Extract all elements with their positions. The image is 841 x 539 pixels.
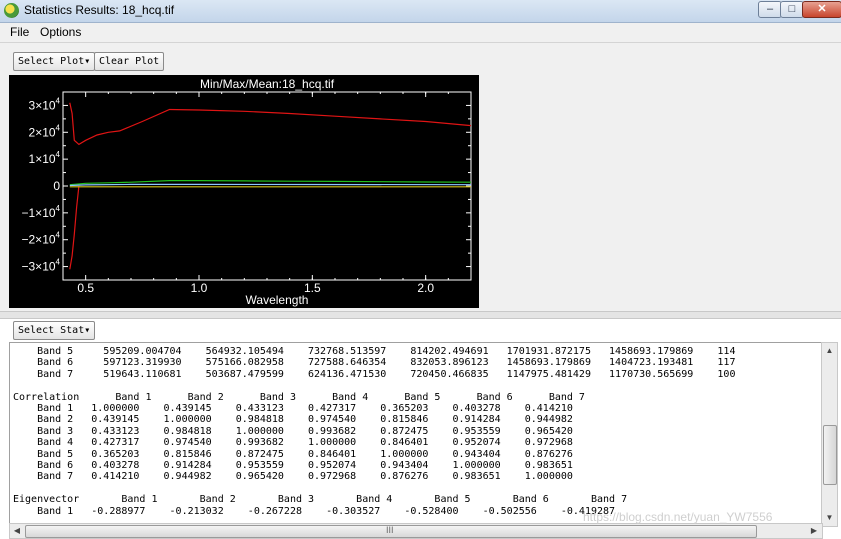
series-line xyxy=(69,185,80,270)
y-tick-label: 1×104 xyxy=(29,150,61,166)
scroll-down-icon[interactable]: ▼ xyxy=(822,510,837,525)
menu-options[interactable]: Options xyxy=(40,25,81,39)
y-tick-label: 0 xyxy=(53,179,60,193)
x-axis-label: Wavelength xyxy=(246,293,309,307)
maximize-icon: □ xyxy=(788,3,796,15)
stats-line: Band 6 0.403278 0.914284 0.953559 0.9520… xyxy=(37,460,573,472)
watermark: https://blog.csdn.net/yuan_YW7556 xyxy=(583,510,773,524)
minimize-button[interactable]: – xyxy=(758,1,782,18)
close-button[interactable]: ✕ xyxy=(802,1,841,18)
horizontal-scroll-thumb[interactable]: III xyxy=(25,525,757,538)
plot-canvas: Min/Max/Mean:18_hcq.tif0.5 1.0 1.5 2.0Wavel… xyxy=(9,75,479,308)
stats-line: Eigenvector Band 1 Band 2 Band 3 Band 4 … xyxy=(13,494,628,506)
x-tick-label: 0.5 xyxy=(77,281,94,295)
y-tick-label: 3×104 xyxy=(29,96,61,112)
stats-line: Band 2 0.439145 1.000000 0.984818 0.9745… xyxy=(37,414,573,426)
maximize-button[interactable]: □ xyxy=(780,1,804,18)
scroll-left-icon[interactable]: ◀ xyxy=(10,524,24,538)
panel-divider[interactable] xyxy=(0,311,841,319)
stats-line: Band 1 1.000000 0.439145 0.433123 0.4273… xyxy=(37,403,573,415)
chevron-down-icon: ▾ xyxy=(84,325,91,336)
stats-line: Band 4 0.427317 0.974540 0.993682 1.0000… xyxy=(37,437,573,449)
stats-text-area[interactable]: Band 5 595209.004704 564932.105494 73276… xyxy=(9,342,822,525)
chevron-down-icon: ▾ xyxy=(84,56,91,67)
scroll-up-icon[interactable]: ▲ xyxy=(822,343,837,358)
y-tick-label: 2×104 xyxy=(29,123,61,139)
stats-line: Band 3 0.433123 0.984818 1.000000 0.9936… xyxy=(37,425,573,437)
minimize-icon: – xyxy=(766,3,774,15)
stats-line: Band 7 519643.110681 503687.479599 62413… xyxy=(37,368,736,380)
horizontal-scrollbar[interactable]: ◀ III ▶ xyxy=(9,523,823,539)
vertical-scrollbar[interactable]: ▲ ▼ xyxy=(821,342,838,527)
title-bar: Statistics Results: 18_hcq.tif – □ ✕ xyxy=(0,0,841,23)
select-plot-label: Select Plot xyxy=(18,56,85,67)
clear-plot-button[interactable]: Clear Plot xyxy=(94,52,165,71)
grip-icon: III xyxy=(386,525,394,535)
stats-line: Band 6 597123.319930 575166.082958 72758… xyxy=(37,357,736,369)
chart-title: Min/Max/Mean:18_hcq.tif xyxy=(200,77,335,91)
app-icon xyxy=(4,3,19,18)
select-stat-label: Select Stat xyxy=(18,325,85,336)
y-tick-label: −2×104 xyxy=(22,231,61,247)
stats-text: Band 5 595209.004704 564932.105494 73276… xyxy=(13,346,735,517)
stats-line: Band 5 0.365203 0.815846 0.872475 0.8464… xyxy=(37,448,573,460)
scroll-right-icon[interactable]: ▶ xyxy=(807,524,821,538)
x-tick-label: 2.0 xyxy=(417,281,434,295)
y-tick-label: −3×104 xyxy=(22,258,61,274)
select-stat-button[interactable]: Select Stat▾ xyxy=(13,321,96,340)
menu-bar: File Options xyxy=(0,23,841,43)
vertical-scroll-thumb[interactable] xyxy=(823,425,837,485)
series-line xyxy=(69,102,472,146)
y-tick-label: −1×104 xyxy=(22,204,61,220)
stats-line: Band 5 595209.004704 564932.105494 73276… xyxy=(37,346,736,357)
close-icon: ✕ xyxy=(817,3,827,15)
stats-line: Band 7 0.414210 0.944982 0.965420 0.9729… xyxy=(37,471,573,483)
window-title: Statistics Results: 18_hcq.tif xyxy=(24,3,175,17)
stats-line: Band 1 -0.288977 -0.213032 -0.267228 -0.… xyxy=(37,505,616,517)
select-plot-button[interactable]: Select Plot▾ xyxy=(13,52,96,71)
menu-file[interactable]: File xyxy=(10,25,29,39)
stats-line: Correlation Band 1 Band 2 Band 3 Band 4 … xyxy=(13,391,585,403)
series-line xyxy=(69,183,472,187)
x-tick-label: 1.0 xyxy=(191,281,208,295)
